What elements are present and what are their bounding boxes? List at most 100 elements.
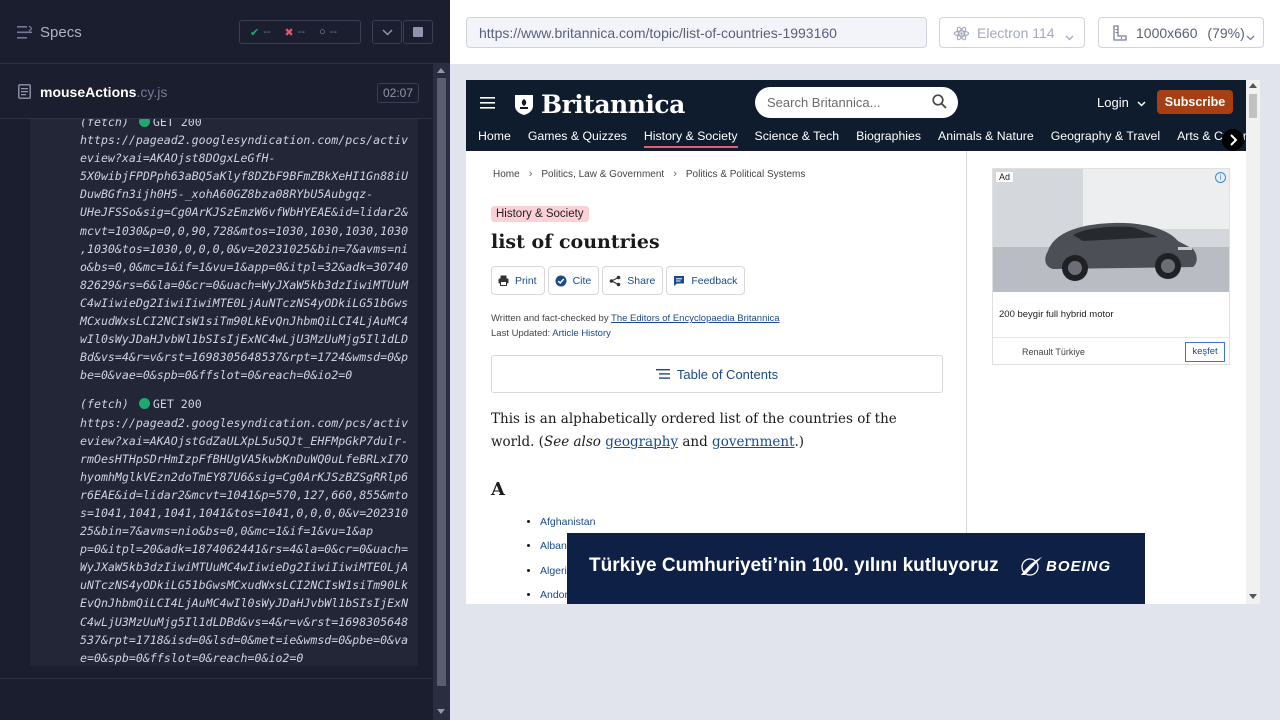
aut-panel: https://www.britannica.com/topic/list-of… xyxy=(450,0,1280,720)
viewport-selector[interactable]: 1000x660 (79%) xyxy=(1098,17,1264,48)
command-log-scrollbar[interactable] xyxy=(433,64,450,720)
iframe-scrollbar[interactable] xyxy=(1246,80,1260,604)
test-stats: ✔ -- ✖ -- ○ -- xyxy=(239,20,361,44)
chevron-right-icon xyxy=(1230,134,1238,146)
byline-prefix: Written and fact-checked by xyxy=(491,313,609,324)
log-entry-header: (fetch) GET 200 xyxy=(80,395,418,413)
log-url-line: https://pagead2.googlesyndication.com/pc… xyxy=(80,133,409,148)
log-url-line: C4wLjU3MzUuMjg5Il1dLDBd&vs=4&r=v&rst=169… xyxy=(80,614,409,629)
share-icon xyxy=(609,275,621,286)
geography-link[interactable]: geography xyxy=(605,434,678,450)
nav-item-label: Games & Quizzes xyxy=(527,129,627,143)
breadcrumb-separator-icon: › xyxy=(528,168,533,180)
nav-next-button[interactable] xyxy=(1222,129,1244,151)
car-ad[interactable]: Ad i 200 beygir full hybrid motor Renaul… xyxy=(992,168,1230,365)
print-button[interactable]: Print xyxy=(491,266,545,295)
nav-item[interactable]: Science & Tech xyxy=(743,128,840,151)
ad-advertiser[interactable]: Renault Türkiye xyxy=(1022,347,1085,357)
subscribe-button[interactable]: Subscribe xyxy=(1157,90,1233,114)
specs-title[interactable]: Specs xyxy=(40,24,82,41)
toc-label: Table of Contents xyxy=(676,366,779,382)
url-bar[interactable]: https://www.britannica.com/topic/list-of… xyxy=(466,17,927,48)
article-tools: Print Cite Share Feedback xyxy=(491,266,748,295)
nav-item[interactable]: Games & Quizzes xyxy=(516,128,627,151)
check-icon: ✔ xyxy=(250,26,260,39)
cypress-runner: Specs ✔ -- ✖ -- ○ -- mouseActions.cy.js 02:… xyxy=(0,0,1280,720)
chevron-down-icon xyxy=(1065,28,1074,44)
toggle-auto-scroll-button[interactable] xyxy=(372,20,402,44)
ad-caption[interactable]: 200 beygir full hybrid motor xyxy=(999,309,1114,320)
feedback-button[interactable]: Feedback xyxy=(666,266,746,295)
iframe-scroll-thumb[interactable] xyxy=(1249,94,1257,118)
scrollbar-thumb[interactable] xyxy=(437,78,446,686)
author-link[interactable]: The Editors of Encyclopaedia Britannica xyxy=(611,313,779,324)
log-url-line: WyJXaW5kb3dzIiwiMTUuMC4wIiwieDg2IiwiIiwi… xyxy=(80,560,409,575)
share-label: Share xyxy=(627,274,656,287)
scroll-up-icon[interactable] xyxy=(437,68,445,73)
table-of-contents-button[interactable]: Table of Contents xyxy=(491,355,943,393)
nav-item[interactable]: History & Society xyxy=(632,128,738,151)
search-icon[interactable] xyxy=(932,94,947,112)
electron-icon xyxy=(953,26,970,44)
log-tag: (fetch) xyxy=(80,397,129,412)
status-dot-icon xyxy=(138,119,150,127)
log-entry[interactable]: (fetch) GET 200 https://pagead2.googlesynd… xyxy=(80,395,418,666)
feedback-label: Feedback xyxy=(691,274,738,287)
site-search-input[interactable]: Search Britannica... xyxy=(755,87,958,118)
spec-file-row[interactable]: mouseActions.cy.js 02:07 xyxy=(0,65,432,119)
scroll-down-icon[interactable] xyxy=(437,709,445,714)
breadcrumb-link[interactable]: Politics & Political Systems xyxy=(686,169,805,180)
boeing-banner-ad[interactable]: Türkiye Cumhuriyeti’nin 100. yılını kutl… xyxy=(567,533,1145,604)
breadcrumb-link[interactable]: Politics, Law & Government xyxy=(541,169,664,180)
log-url-line: hyomhMglkVEzn2doTmEY87U6&sig=Cg0ArKJSzBZ… xyxy=(80,469,409,484)
log-entry[interactable]: (fetch) GET 200 https://pagead2.googlesynd… xyxy=(80,119,418,384)
scroll-down-icon[interactable] xyxy=(1249,594,1257,599)
nav-item-label: Science & Tech xyxy=(754,129,840,143)
command-log-panel: Specs ✔ -- ✖ -- ○ -- mouseActions.cy.js 02:… xyxy=(0,0,450,720)
cite-label: Cite xyxy=(572,274,592,287)
scroll-up-icon[interactable] xyxy=(1249,83,1257,88)
specs-menu-icon[interactable] xyxy=(17,25,33,44)
badge-check-icon xyxy=(555,275,567,286)
command-log[interactable]: (fetch) GET 200 https://pagead2.googlesynd… xyxy=(30,119,418,666)
government-link[interactable]: government xyxy=(712,434,794,450)
log-url-line: eview?xai=AKAOjstGdZaULXpL5u5QJt_EHFMpGk… xyxy=(80,433,409,448)
site-header: Britannica Search Britannica... Login Su… xyxy=(466,80,1246,151)
log-url-line: DuwBGfn3ijh0H5-_xohA60GZ8bza08RYbU5Aubgq… xyxy=(80,187,374,202)
ad-cta-button[interactable]: keşfet xyxy=(1185,342,1225,362)
country-link[interactable]: Afghanistan xyxy=(540,516,595,528)
ad-footer: Renault Türkiye keşfet xyxy=(993,337,1229,365)
nav-item[interactable]: Home xyxy=(466,128,511,151)
browser-selector[interactable]: Electron 114 xyxy=(939,17,1085,48)
log-url-line: 82629&rs=6&la=0&cr=0&uach=WyJXaW5kb3dzIi… xyxy=(80,277,409,292)
ad-info-icon[interactable]: i xyxy=(1215,172,1226,183)
log-url-line: UHeJFSSo&sig=Cg0ArKJSzEmzW6vfWbHYEAE&id=… xyxy=(80,205,409,220)
share-button[interactable]: Share xyxy=(602,266,664,295)
login-button[interactable]: Login xyxy=(1097,95,1146,110)
car-image xyxy=(993,169,1229,292)
spec-duration: 02:07 xyxy=(377,83,420,103)
boeing-icon xyxy=(1021,557,1042,576)
category-badge[interactable]: History & Society xyxy=(491,206,589,222)
command-log-list: (fetch) GET 200 https://pagead2.googlesynd… xyxy=(30,119,418,666)
cite-button[interactable]: Cite xyxy=(547,266,600,295)
log-url-line: be=0&vae=0&spb=0&ffslot=0&reach=0&io2=0 xyxy=(80,368,353,383)
log-url-line: s=1041,1041,1041,1041&tos=1041,0,0,0,0&v… xyxy=(80,505,409,520)
nav-item[interactable]: Geography & Travel xyxy=(1039,128,1160,151)
login-label: Login xyxy=(1097,95,1129,110)
nav-item[interactable]: Animals & Nature xyxy=(926,128,1034,151)
stop-button[interactable] xyxy=(403,20,433,44)
log-entry-header: (fetch) GET 200 xyxy=(80,119,418,131)
list-icon xyxy=(655,369,670,379)
byline-author-line: Written and fact-checked by The Editors … xyxy=(491,311,780,326)
britannica-logo[interactable]: Britannica xyxy=(513,90,685,119)
aut-iframe[interactable]: Britannica Search Britannica... Login Su… xyxy=(466,80,1246,604)
breadcrumb-link[interactable]: Home xyxy=(493,169,520,180)
ad-image[interactable]: Ad i xyxy=(993,169,1229,292)
nav-item[interactable]: Biographies xyxy=(844,128,921,151)
ad-tag: Ad xyxy=(996,172,1014,182)
hamburger-menu-icon[interactable] xyxy=(480,96,495,114)
log-url-line: e=0&spb=0&ffslot=0&reach=0&io2=0 xyxy=(80,650,304,665)
article-history-link[interactable]: Article History xyxy=(552,328,611,339)
aut-toolbar: https://www.britannica.com/topic/list-of… xyxy=(450,0,1280,64)
